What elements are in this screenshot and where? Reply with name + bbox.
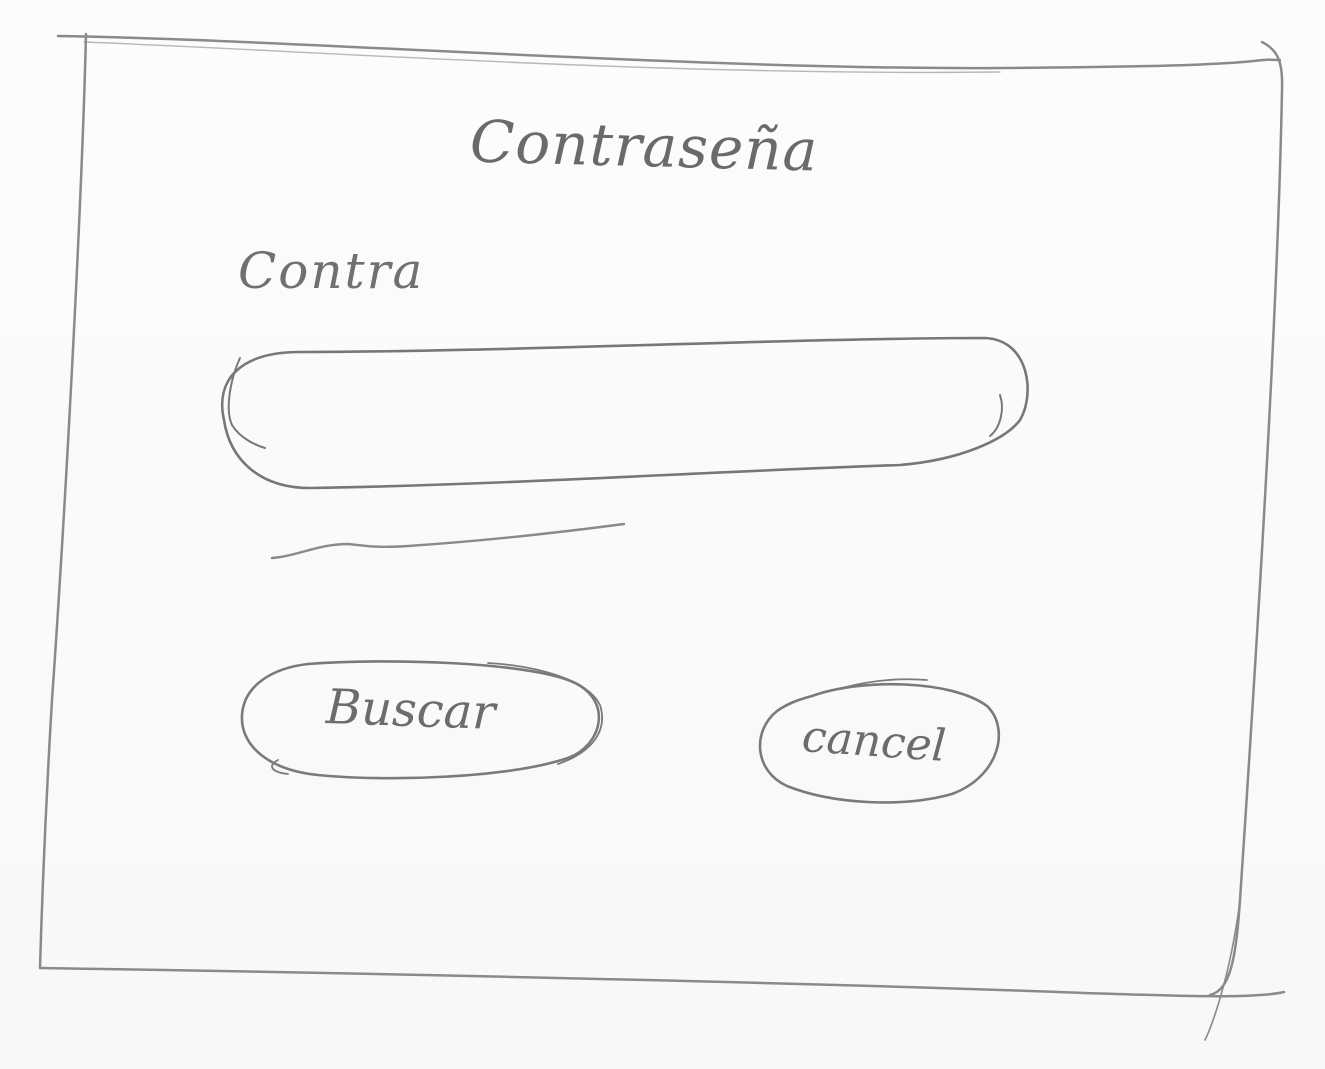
cancel-button-label: cancel xyxy=(800,711,948,772)
hint-underline xyxy=(270,522,626,560)
search-button-label: Buscar xyxy=(325,679,497,741)
password-input[interactable] xyxy=(220,342,1034,484)
password-dialog xyxy=(40,40,1285,995)
search-button[interactable]: Buscar xyxy=(238,660,608,780)
password-field-label: Contra xyxy=(238,242,425,300)
dialog-title: Contraseña xyxy=(469,107,820,185)
cancel-button[interactable]: cancel xyxy=(752,676,1002,806)
